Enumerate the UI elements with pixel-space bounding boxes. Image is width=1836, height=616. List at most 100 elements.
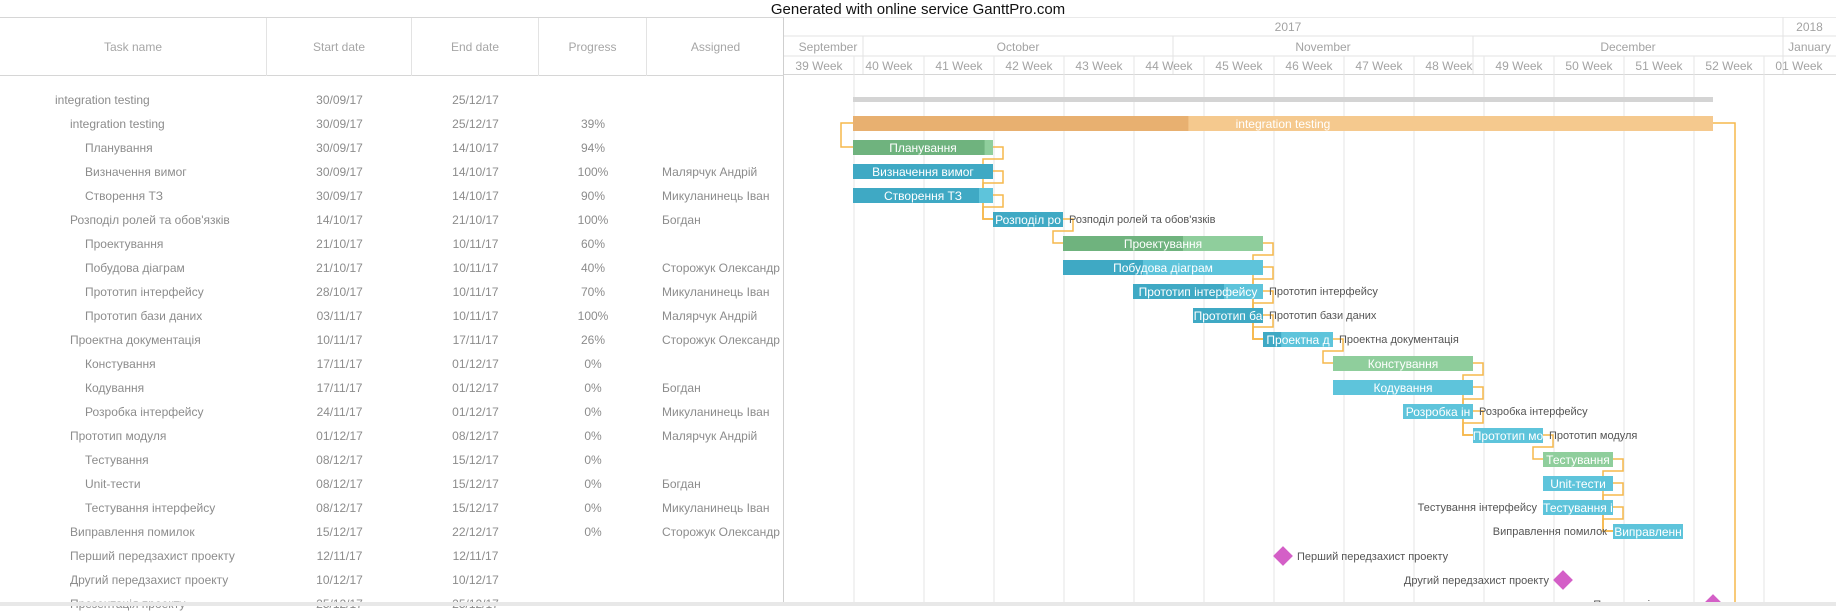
task-end-date: 12/11/17 <box>452 549 499 563</box>
bar-label: Unit-тести <box>1550 477 1606 491</box>
task-assigned: Богдан <box>662 477 701 491</box>
task-start-date: 30/09/17 <box>316 141 363 155</box>
task-progress: 40% <box>580 261 606 275</box>
task-row[interactable]: Прототип бази даних 03/11/17 10/11/17 100% М… <box>0 304 784 328</box>
task-row[interactable]: Перший передзахист проекту 12/11/17 12/11/… <box>0 544 784 568</box>
column-header-end-date[interactable]: End date <box>412 18 539 76</box>
bar-label: Визначення вимог <box>872 165 974 179</box>
task-end-date: 17/11/17 <box>452 333 499 347</box>
milestone-label: Другий передзахист проекту <box>1404 575 1550 587</box>
column-header-start-date[interactable]: Start date <box>267 18 412 76</box>
task-progress: 70% <box>580 285 606 299</box>
bottom-scrollbar[interactable] <box>0 602 1836 606</box>
month-label: January <box>1788 40 1831 54</box>
task-name: Побудова діаграм <box>85 261 185 275</box>
bar-label: Проектування <box>1124 237 1202 251</box>
column-header-progress[interactable]: Progress <box>539 18 647 76</box>
bar-side-label: Проектна документація <box>1339 334 1459 346</box>
task-end-date: 10/12/17 <box>452 573 499 587</box>
task-end-date: 15/12/17 <box>452 501 499 515</box>
task-assigned <box>662 352 784 376</box>
week-label: 39 Week <box>795 59 843 73</box>
task-assigned: Сторожук Олександр <box>662 525 780 539</box>
week-label: 50 Week <box>1565 59 1613 73</box>
task-progress: 100% <box>577 213 609 227</box>
bar-label: Розробка ін <box>1406 405 1471 419</box>
task-progress: 0% <box>584 429 602 443</box>
task-row[interactable]: Виправлення помилок 15/12/17 22/12/17 0% Сто… <box>0 520 784 544</box>
task-start-date: 03/11/17 <box>316 309 363 323</box>
task-row[interactable]: Проектна документація 10/11/17 17/11/17 26%… <box>0 328 784 352</box>
task-assigned: Микуланинець Іван <box>662 285 770 299</box>
month-label: December <box>1600 40 1655 54</box>
milestone-label: Перший передзахист проекту <box>1297 551 1449 563</box>
bar-label: Прототип інтерфейсу <box>1139 285 1258 299</box>
column-header-task-name[interactable]: Task name <box>0 18 267 76</box>
task-end-date: 01/12/17 <box>452 357 499 371</box>
task-name: Тестування інтерфейсу <box>85 501 216 515</box>
task-end-date: 14/10/17 <box>452 165 499 179</box>
summary-bar <box>853 97 1713 102</box>
column-header-assigned[interactable]: Assigned <box>647 18 784 76</box>
task-row[interactable]: Розробка інтерфейсу 24/11/17 01/12/17 0% Мик… <box>0 400 784 424</box>
task-row[interactable]: Створення ТЗ 30/09/17 14/10/17 90% Микуланин… <box>0 184 784 208</box>
task-assigned: Микуланинець Іван <box>662 405 770 419</box>
task-assigned <box>662 232 784 256</box>
gantt-timeline: 2017 2018 September October November December… <box>784 17 1836 606</box>
task-name: Перший передзахист проекту <box>70 549 235 563</box>
task-end-date: 25/12/17 <box>452 93 499 107</box>
milestone-diamond <box>1273 546 1293 566</box>
week-label: 47 Week <box>1355 59 1403 73</box>
bar-label: Тестування і <box>1543 501 1613 515</box>
task-row[interactable]: Визначення вимог 30/09/17 14/10/17 100% Маля… <box>0 160 784 184</box>
task-start-date: 21/10/17 <box>316 261 363 275</box>
task-row[interactable]: Прототип модуля 01/12/17 08/12/17 0% Малярчу… <box>0 424 784 448</box>
task-row[interactable]: Планування 30/09/17 14/10/17 94% <box>0 136 784 160</box>
task-row[interactable]: integration testing 30/09/17 25/12/17 <box>0 88 784 112</box>
bar-label: Кодування <box>1373 381 1432 395</box>
task-name: Кодування <box>85 381 145 395</box>
task-progress: 0% <box>584 357 602 371</box>
year-label: 2018 <box>1796 20 1823 34</box>
task-name: Створення ТЗ <box>85 189 163 203</box>
task-row[interactable]: Констування 17/11/17 01/12/17 0% <box>0 352 784 376</box>
task-row[interactable]: Розподіл ролей та обов'язків 14/10/17 21/1… <box>0 208 784 232</box>
week-label: 41 Week <box>935 59 983 73</box>
task-row[interactable]: Побудова діаграм 21/10/17 10/11/17 40% Сторо… <box>0 256 784 280</box>
task-progress: 100% <box>577 309 609 323</box>
task-progress: 39% <box>580 117 606 131</box>
task-grid: Task name Start date End date Progress A… <box>0 17 784 611</box>
bar-label: Створення ТЗ <box>884 189 962 203</box>
task-row[interactable]: Unit-тести 08/12/17 15/12/17 0% Богдан <box>0 472 784 496</box>
gantt-chart-svg: 2017 2018 September October November December… <box>784 17 1836 606</box>
task-row[interactable]: Кодування 17/11/17 01/12/17 0% Богдан <box>0 376 784 400</box>
bar-label: Тестування <box>1546 453 1610 467</box>
dependency-link <box>1713 122 1736 604</box>
task-start-date: 30/09/17 <box>316 117 363 131</box>
task-assigned: Малярчук Андрій <box>662 309 758 323</box>
week-label: 40 Week <box>865 59 913 73</box>
task-assigned: Сторожук Олександр <box>662 261 780 275</box>
task-row[interactable]: Тестування інтерфейсу 08/12/17 15/12/17 0% М… <box>0 496 784 520</box>
task-name: Другий передзахист проекту <box>70 573 229 587</box>
task-row[interactable]: Тестування 08/12/17 15/12/17 0% <box>0 448 784 472</box>
bar-label: Побудова діаграм <box>1113 261 1213 275</box>
bar-side-label: Виправлення помилок <box>1493 526 1607 538</box>
task-assigned: Богдан <box>662 213 701 227</box>
task-end-date: 10/11/17 <box>452 309 499 323</box>
task-assigned <box>662 112 784 136</box>
task-row[interactable]: Другий передзахист проекту 10/12/17 10/12/… <box>0 568 784 592</box>
bar-label: Проектна д <box>1266 333 1329 347</box>
task-end-date: 10/11/17 <box>452 285 499 299</box>
bar-label: Прототип ба <box>1194 309 1263 323</box>
bar-label: Виправленн <box>1614 525 1682 539</box>
task-end-date: 22/12/17 <box>452 525 499 539</box>
task-row[interactable]: integration testing 30/09/17 25/12/17 39% <box>0 112 784 136</box>
task-start-date: 15/12/17 <box>316 525 363 539</box>
task-start-date: 21/10/17 <box>316 237 363 251</box>
task-row[interactable]: Проектування 21/10/17 10/11/17 60% <box>0 232 784 256</box>
task-row[interactable]: Прототип інтерфейсу 28/10/17 10/11/17 70% Ми… <box>0 280 784 304</box>
task-progress-fill <box>853 116 1189 131</box>
dependency-link <box>840 122 853 148</box>
task-start-date: 10/11/17 <box>316 333 363 347</box>
